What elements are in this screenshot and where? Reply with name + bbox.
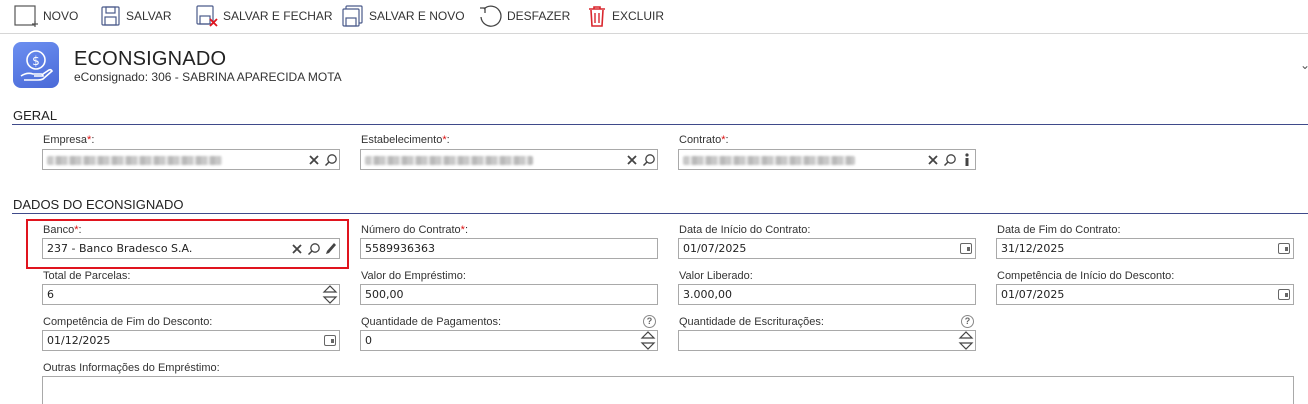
undo-icon — [480, 5, 502, 27]
section-divider — [12, 213, 1308, 214]
clear-icon[interactable] — [925, 152, 941, 168]
new-document-icon — [14, 5, 38, 27]
search-icon[interactable] — [641, 152, 657, 168]
salvar-novo-label: SALVAR E NOVO — [369, 9, 465, 23]
section-title-dados: DADOS DO ECONSIGNADO — [13, 197, 184, 212]
numero-contrato-input[interactable]: 5589936363 — [360, 238, 658, 259]
valor-liberado-label: Valor Liberado: — [679, 270, 753, 282]
salvar-fechar-button[interactable]: SALVAR E FECHAR — [195, 2, 333, 30]
empresa-label: Empresa*: — [43, 134, 95, 146]
novo-label: NOVO — [43, 9, 79, 23]
page-subtitle: eConsignado: 306 - SABRINA APARECIDA MOT… — [74, 70, 342, 84]
qtd-pagamentos-label: Quantidade de Pagamentos: — [361, 316, 502, 328]
valor-liberado-input[interactable]: 3.000,00 — [678, 284, 976, 305]
desfazer-button[interactable]: DESFAZER — [477, 2, 570, 30]
chevron-down-icon[interactable]: ⌄ — [1300, 58, 1308, 72]
excluir-button[interactable]: EXCLUIR — [586, 2, 664, 30]
numero-contrato-label: Número do Contrato*: — [361, 224, 469, 236]
empresa-input[interactable] — [42, 149, 340, 170]
valor-emprestimo-label: Valor do Empréstimo: — [361, 270, 466, 282]
estabelecimento-label: Estabelecimento*: — [361, 134, 450, 146]
salvar-label: SALVAR — [126, 9, 172, 23]
desfazer-label: DESFAZER — [507, 9, 571, 23]
spinner-arrows-icon[interactable] — [322, 284, 338, 305]
search-icon[interactable] — [942, 152, 958, 168]
data-fim-input[interactable]: 31/12/2025 — [996, 238, 1294, 259]
valor-emprestimo-input[interactable]: 500,00 — [360, 284, 658, 305]
clear-icon[interactable] — [624, 152, 640, 168]
data-inicio-label: Data de Início do Contrato: — [679, 224, 811, 236]
search-icon[interactable] — [323, 152, 339, 168]
money-hand-icon: $ — [13, 42, 59, 88]
spinner-arrows-icon[interactable] — [640, 330, 656, 351]
calendar-icon[interactable] — [1278, 243, 1290, 254]
qtd-escrituracoes-label: Quantidade de Escriturações: — [679, 316, 824, 328]
comp-fim-input[interactable]: 01/12/2025 — [42, 330, 340, 351]
qtd-escrituracoes-input[interactable] — [678, 330, 976, 351]
save-new-icon — [342, 5, 363, 27]
toolbar: NOVO SALVAR SALVAR E FECHAR SALVAR E NOV… — [0, 0, 1308, 34]
calendar-icon[interactable] — [1278, 289, 1290, 300]
calendar-icon[interactable] — [324, 335, 336, 346]
section-title-geral: GERAL — [13, 108, 58, 123]
contrato-label: Contrato*: — [679, 134, 729, 146]
novo-button[interactable]: NOVO — [13, 2, 78, 30]
data-fim-label: Data de Fim do Contrato: — [997, 224, 1121, 236]
outras-info-label: Outras Informações do Empréstimo: — [43, 362, 220, 374]
help-icon[interactable]: ? — [961, 315, 974, 328]
comp-inicio-label: Competência de Início do Desconto: — [997, 270, 1175, 282]
salvar-fechar-label: SALVAR E FECHAR — [223, 9, 333, 23]
salvar-button[interactable]: SALVAR — [100, 2, 172, 30]
outras-info-textarea[interactable] — [42, 376, 1294, 404]
qtd-pagamentos-input[interactable]: 0 — [360, 330, 658, 351]
calendar-icon[interactable] — [960, 243, 972, 254]
section-divider — [12, 124, 1308, 125]
info-icon[interactable] — [959, 152, 975, 168]
excluir-label: EXCLUIR — [612, 9, 665, 23]
comp-fim-label: Competência de Fim do Desconto: — [43, 316, 213, 328]
page-title: ECONSIGNADO — [74, 48, 227, 70]
clear-icon[interactable] — [306, 152, 322, 168]
spinner-arrows-icon[interactable] — [958, 330, 974, 351]
salvar-novo-button[interactable]: SALVAR E NOVO — [341, 2, 465, 30]
svg-text:$: $ — [32, 54, 40, 68]
estabelecimento-input[interactable] — [360, 149, 658, 170]
help-icon[interactable]: ? — [643, 315, 656, 328]
comp-inicio-input[interactable]: 01/07/2025 — [996, 284, 1294, 305]
total-parcelas-input[interactable]: 6 — [42, 284, 340, 305]
save-icon — [101, 6, 120, 26]
trash-icon — [589, 6, 605, 27]
save-close-icon — [196, 5, 218, 27]
highlight-box — [26, 219, 349, 269]
total-parcelas-label: Total de Parcelas: — [43, 270, 131, 282]
data-inicio-input[interactable]: 01/07/2025 — [678, 238, 976, 259]
